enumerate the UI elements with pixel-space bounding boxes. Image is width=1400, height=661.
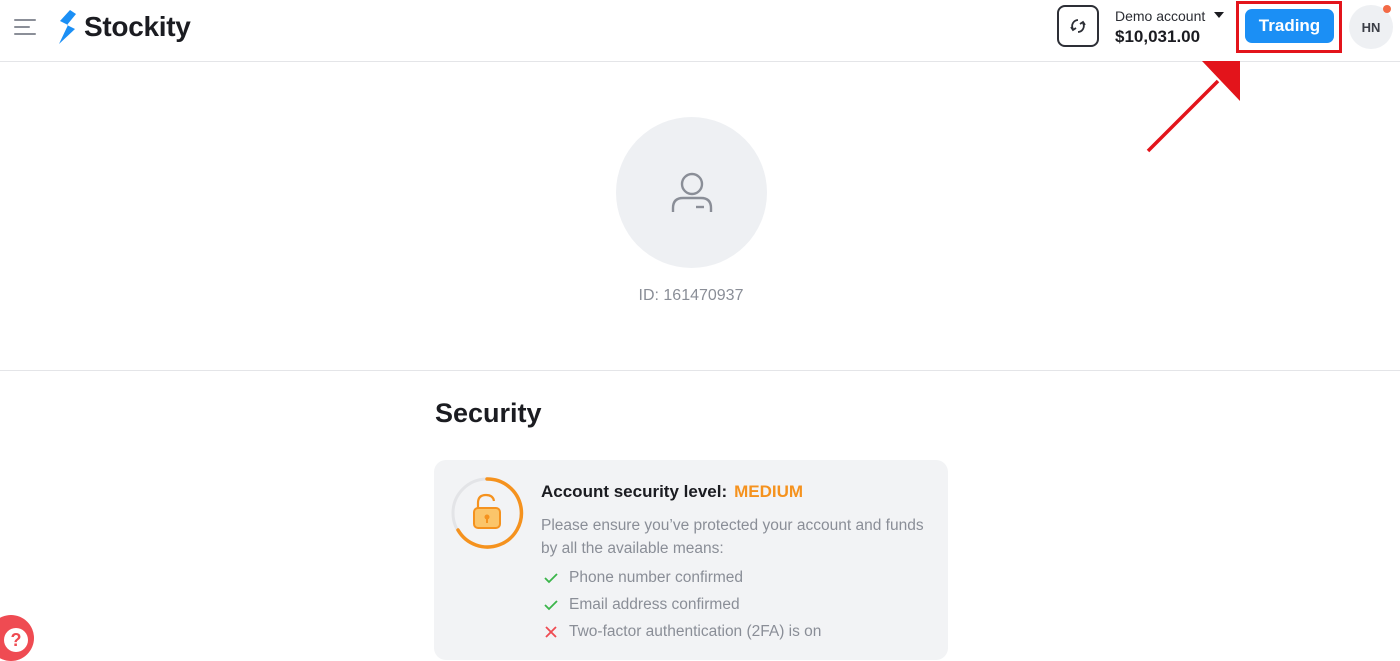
account-type-row: Demo account (1115, 8, 1225, 24)
check-icon (544, 599, 558, 610)
trading-button[interactable]: Trading (1245, 9, 1334, 43)
list-item: Phone number confirmed (543, 564, 821, 591)
security-card: Account security level: MEDIUM Please ens… (434, 460, 948, 660)
security-level-value: MEDIUM (734, 482, 804, 501)
section-divider (0, 370, 1400, 371)
help-button[interactable]: ? (0, 615, 34, 661)
security-level-label: Account security level: (541, 482, 728, 501)
account-type: Demo account (1115, 8, 1206, 24)
security-level-ring (451, 477, 524, 549)
account-selector[interactable]: Demo account $10,031.00 (1115, 8, 1225, 47)
hamburger-icon[interactable] (14, 16, 36, 36)
caret-down-icon (1214, 12, 1225, 18)
profile-id: ID: 161470937 (638, 287, 744, 304)
check-item-label: Email address confirmed (569, 595, 740, 613)
logo-text: Stockity (84, 11, 191, 42)
check-item-label: Phone number confirmed (569, 568, 744, 586)
list-item[interactable]: Two-factor authentication (2FA) is on (543, 618, 821, 645)
security-title: Security (435, 398, 542, 428)
notification-dot (1383, 5, 1391, 13)
user-icon (671, 172, 712, 212)
logo[interactable]: Stockity (56, 10, 191, 44)
account-balance: $10,031.00 (1115, 27, 1201, 46)
unlocked-padlock-icon (473, 493, 501, 529)
logo-mark-icon (59, 10, 76, 44)
help-icon: ? (4, 628, 28, 652)
annotation-arrow-icon (1146, 61, 1240, 153)
swap-arrows-icon (1070, 19, 1086, 33)
cross-icon (545, 625, 557, 638)
profile-avatar[interactable] (616, 117, 767, 268)
switch-account-button[interactable] (1057, 5, 1099, 47)
security-checklist: Phone number confirmed Email address con… (543, 564, 821, 645)
top-header: Stockity Demo account $10,031.00 Trading… (0, 0, 1400, 62)
security-level-line: Account security level: MEDIUM (541, 482, 803, 502)
list-item: Email address confirmed (543, 591, 821, 618)
check-icon (544, 572, 558, 583)
check-item-label: Two-factor authentication (2FA) is on (569, 622, 822, 640)
security-description: Please ensure you’ve protected your acco… (541, 517, 924, 557)
